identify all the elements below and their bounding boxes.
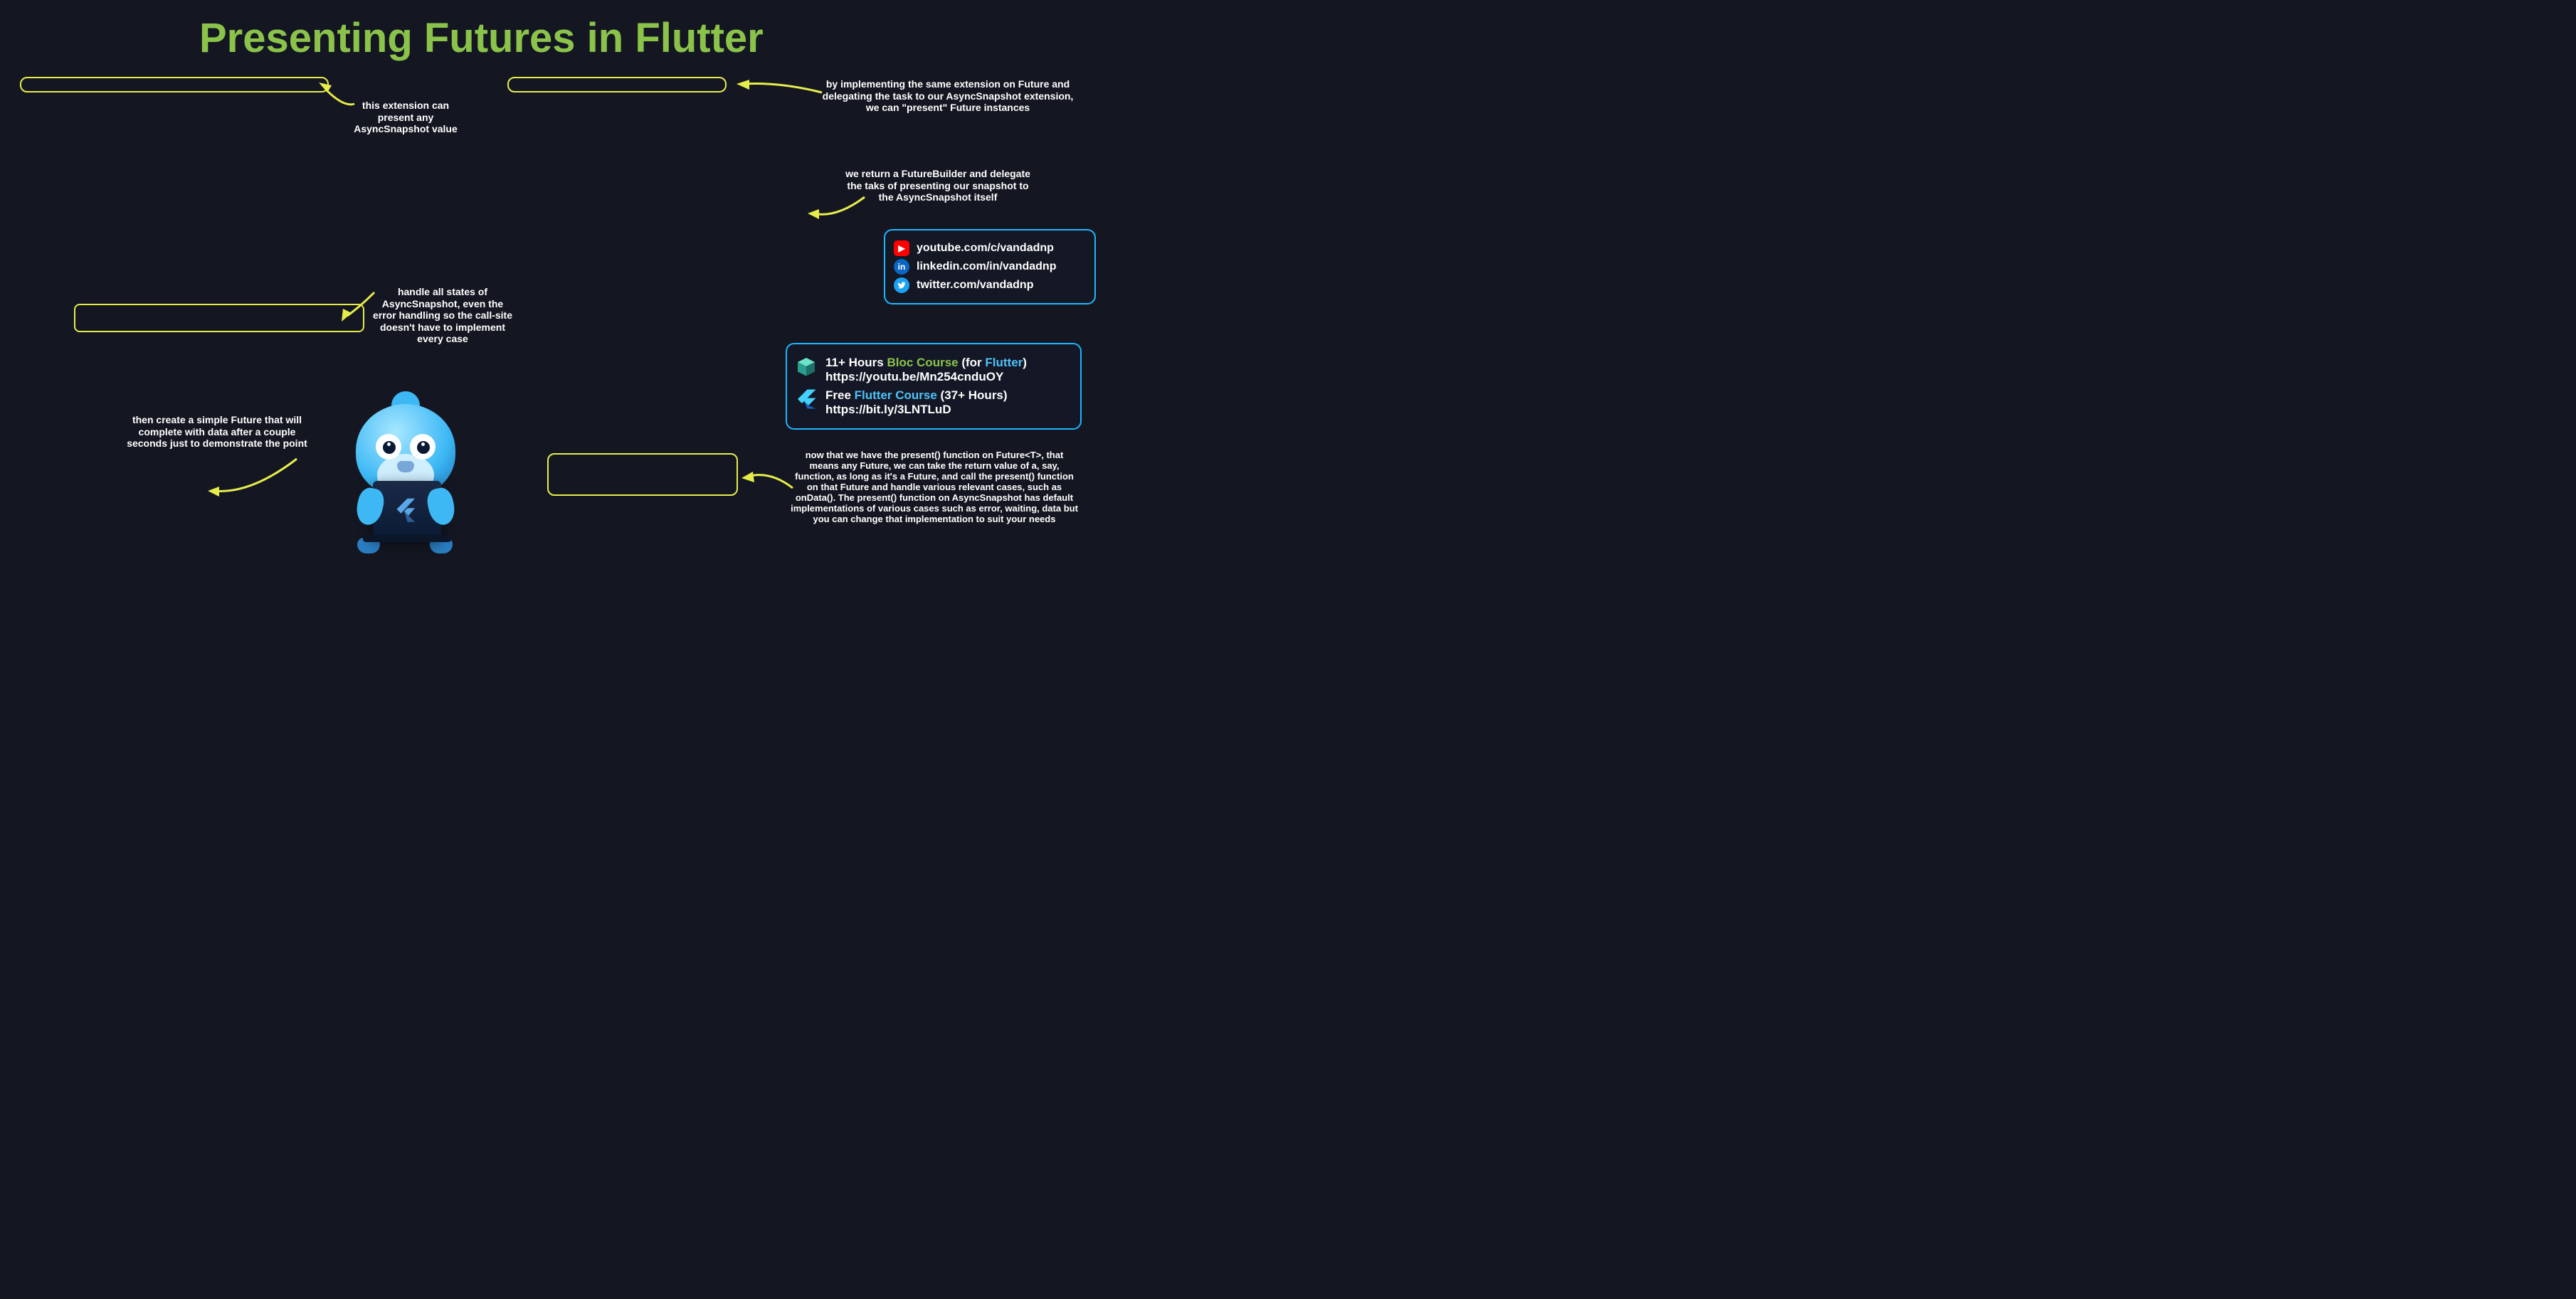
highlight-getname-present: [547, 453, 738, 496]
course-bloc[interactable]: 11+ Hours Bloc Course (for Flutter) http…: [796, 356, 1072, 384]
annotation-create-future: then create a simple Future that will co…: [124, 414, 310, 450]
cube-icon: [796, 356, 817, 377]
linkedin-icon: in: [894, 259, 909, 275]
youtube-label: youtube.com/c/vandadnp: [917, 242, 1054, 255]
bloc-pre: 11+ Hours: [825, 356, 887, 369]
annotation-extension-right: by implementing the same extension on Fu…: [818, 78, 1077, 114]
arrow-left-3: [208, 455, 300, 498]
linkedin-label: linkedin.com/in/vandadnp: [917, 260, 1056, 273]
page-title: Presenting Futures in Flutter: [178, 11, 785, 65]
annotation-handle-states: handle all states of AsyncSnapshot, even…: [370, 286, 515, 345]
flutter-logo-on-laptop: [396, 497, 417, 525]
bloc-flutter: Flutter: [985, 356, 1023, 369]
annotation-extension-left: this extension can present any AsyncSnap…: [349, 100, 463, 135]
dash-mascot: [313, 390, 498, 553]
social-youtube[interactable]: ▶ youtube.com/c/vandadnp: [894, 240, 1086, 256]
flutter-icon: [796, 388, 817, 410]
highlight-extension-right: [507, 77, 727, 92]
highlight-onerror-return: [74, 304, 364, 332]
social-twitter[interactable]: twitter.com/vandadnp: [894, 277, 1086, 293]
social-links-box: ▶ youtube.com/c/vandadnp in linkedin.com…: [884, 229, 1096, 304]
social-linkedin[interactable]: in linkedin.com/in/vandadnp: [894, 259, 1086, 275]
youtube-icon: ▶: [894, 240, 909, 256]
twitter-label: twitter.com/vandadnp: [917, 279, 1033, 292]
bloc-mid: Bloc Course: [887, 356, 958, 369]
flutter-hours: (37+ Hours): [937, 388, 1008, 402]
arrow-right-1: [737, 78, 829, 107]
bloc-for: (for: [959, 356, 986, 369]
highlight-extension-left: [20, 77, 329, 92]
flutter-pre: Free: [825, 388, 855, 402]
course-flutter[interactable]: Free Flutter Course (37+ Hours) https://…: [796, 388, 1072, 417]
bloc-link: https://youtu.be/Mn254cnduOY: [825, 370, 1003, 383]
bloc-close: ): [1023, 356, 1027, 369]
flutter-link: https://bit.ly/3LNTLuD: [825, 403, 951, 416]
flutter-mid: Flutter Course: [855, 388, 937, 402]
annotation-present-on-any-future: now that we have the present() function …: [790, 450, 1079, 524]
twitter-icon: [894, 277, 909, 293]
annotation-return-futurebuilder: we return a FutureBuilder and delegate t…: [840, 168, 1036, 203]
courses-box: 11+ Hours Bloc Course (for Flutter) http…: [786, 343, 1082, 430]
